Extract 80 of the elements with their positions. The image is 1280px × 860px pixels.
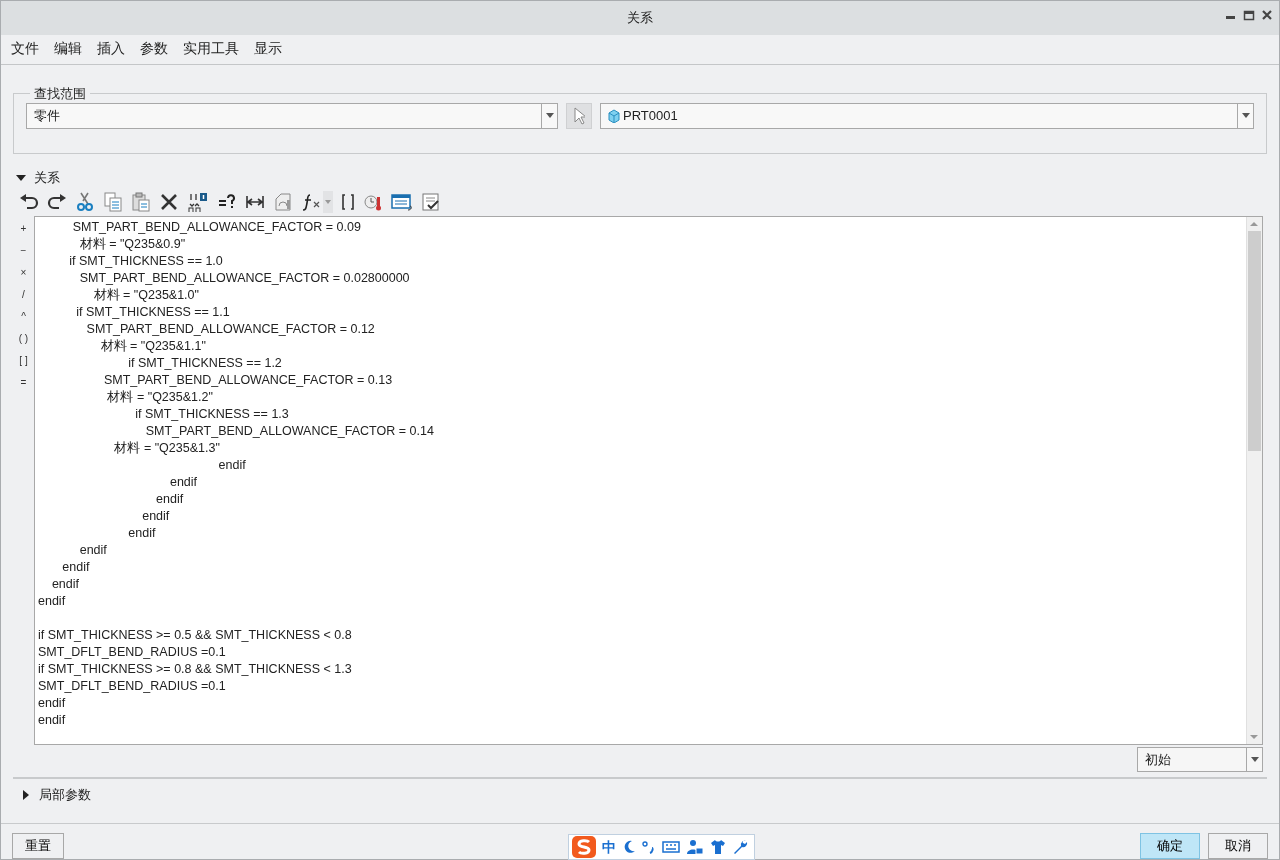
- code-line: SMT_DFLT_BEND_RADIUS =0.1: [38, 677, 227, 695]
- list-window-icon[interactable]: [391, 191, 413, 212]
- code-line: if SMT_THICKNESS >= 0.5 && SMT_THICKNESS < 0.8: [38, 626, 353, 644]
- scrollbar[interactable]: [1246, 216, 1262, 744]
- code-line: if SMT_THICKNESS >= 0.8 && SMT_THICKNESS < 1.3: [38, 660, 353, 678]
- menu-item[interactable]: 插入: [97, 39, 125, 60]
- section-header[interactable]: 关系: [34, 168, 60, 188]
- cube-icon: [607, 108, 621, 123]
- model-dropdown[interactable]: PRT0001: [600, 102, 1254, 129]
- expand-triangle-icon[interactable]: [21, 790, 31, 800]
- scissors-icon[interactable]: [75, 191, 95, 212]
- delete-icon[interactable]: [159, 191, 179, 212]
- code-line: if SMT_THICKNESS == 1.0: [68, 252, 224, 270]
- brackets-icon[interactable]: [341, 191, 355, 212]
- close-icon[interactable]: [1261, 9, 1273, 21]
- menu-item[interactable]: 实用工具: [183, 39, 239, 60]
- code-line: endif: [38, 592, 67, 610]
- code-line: 材料 = "Q235&0.9": [78, 235, 187, 253]
- keyboard-icon[interactable]: [662, 840, 680, 854]
- code-line: endif: [38, 711, 67, 729]
- shirt-icon[interactable]: [710, 839, 726, 855]
- operator-button[interactable]: [ ]: [19, 349, 28, 372]
- menu-item[interactable]: 参数: [140, 39, 168, 60]
- person-icon[interactable]: [686, 839, 704, 855]
- select-button[interactable]: [566, 102, 592, 129]
- operator-button[interactable]: /: [22, 283, 25, 306]
- code-line: SMT_PART_BEND_ALLOWANCE_FACTOR = 0.02800000: [78, 269, 411, 287]
- operator-button[interactable]: =: [20, 371, 27, 394]
- code-line: endif: [61, 558, 91, 576]
- code-line: SMT_DFLT_BEND_RADIUS =0.1: [38, 643, 227, 661]
- s-logo-icon[interactable]: [572, 836, 596, 858]
- undo-icon[interactable]: [19, 191, 39, 212]
- maximize-icon[interactable]: [1243, 9, 1255, 21]
- code-line: SMT_PART_BEND_ALLOWANCE_FACTOR = 0.12: [85, 320, 376, 338]
- code-line: 材料 = "Q235&1.0": [92, 286, 200, 304]
- type-dropdown[interactable]: 零件: [26, 102, 558, 129]
- operator-button[interactable]: ( ): [18, 327, 29, 350]
- moon-icon[interactable]: [622, 839, 636, 855]
- menu-item[interactable]: 编辑: [54, 39, 82, 60]
- section-header[interactable]: 局部参数: [39, 785, 91, 805]
- code-line: SMT_PART_BEND_ALLOWANCE_FACTOR = 0.14: [144, 422, 435, 440]
- collapse-triangle-icon[interactable]: [16, 172, 26, 183]
- code-line: 材料 = "Q235&1.2": [106, 388, 214, 406]
- input-mode-toggle[interactable]: 中: [602, 836, 616, 858]
- units-dropdown[interactable]: 初始: [1137, 747, 1263, 772]
- operator-button[interactable]: +: [20, 217, 27, 240]
- code-line: if SMT_THICKNESS == 1.2: [127, 354, 283, 372]
- code-line: endif: [78, 541, 108, 559]
- caret-icon: [1240, 112, 1251, 120]
- menu-item[interactable]: 显示: [254, 39, 282, 60]
- punctuation-icon[interactable]: [642, 839, 656, 855]
- cursor-arrow-icon: [573, 106, 585, 125]
- code-line: endif: [217, 456, 247, 474]
- redo-icon[interactable]: [47, 191, 67, 212]
- code-line: SMT_PART_BEND_ALLOWANCE_FACTOR = 0.13: [103, 371, 394, 389]
- window-title: 关系: [627, 9, 653, 28]
- reset-button[interactable]: 重置: [12, 833, 64, 859]
- code-line: if SMT_THICKNESS == 1.1: [75, 303, 231, 321]
- operator-button[interactable]: −: [20, 239, 27, 262]
- code-line: endif: [38, 694, 67, 712]
- paste-icon[interactable]: [131, 191, 151, 212]
- checklist-icon[interactable]: [421, 191, 441, 212]
- scrollbar-thumb[interactable]: [1248, 230, 1261, 451]
- code-line: endif: [141, 507, 171, 525]
- code-line: endif: [127, 524, 157, 542]
- wrench-icon[interactable]: [732, 839, 748, 855]
- ok-button[interactable]: 确定: [1140, 833, 1200, 859]
- code-line: SMT_PART_BEND_ALLOWANCE_FACTOR = 0.09: [71, 218, 362, 236]
- operator-button[interactable]: ×: [20, 261, 27, 284]
- code-line: if SMT_THICKNESS == 1.3: [134, 405, 290, 423]
- code-line: 材料 = "Q235&1.3": [113, 439, 221, 457]
- code-line: endif: [50, 575, 80, 593]
- cancel-button[interactable]: 取消: [1208, 833, 1268, 859]
- code-line: 材料 = "Q235&1.1": [99, 337, 207, 355]
- code-line: endif: [155, 490, 185, 508]
- menu-item[interactable]: 文件: [11, 39, 39, 60]
- caret-icon: [544, 112, 555, 120]
- code-line: endif: [168, 473, 199, 491]
- caret-icon: [1249, 756, 1260, 763]
- operator-button[interactable]: ^: [21, 305, 26, 328]
